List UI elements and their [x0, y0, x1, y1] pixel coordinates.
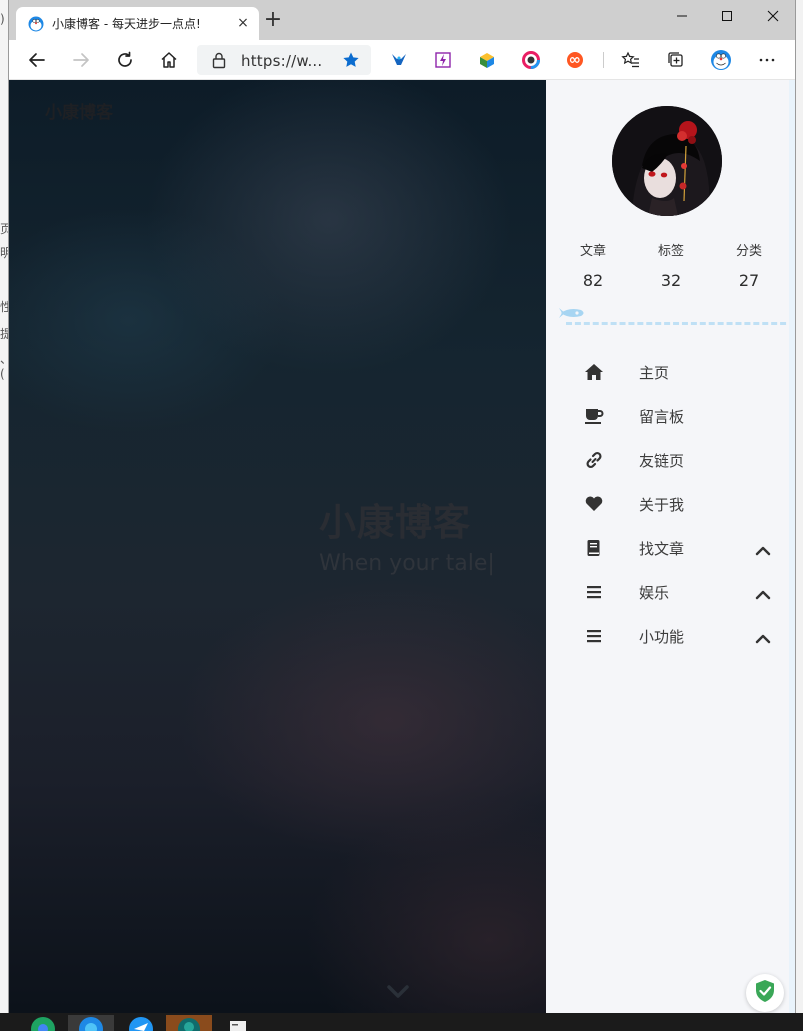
favorite-star-icon[interactable]	[339, 48, 363, 72]
sidebar-item-guestbook[interactable]: 留言板	[546, 394, 795, 438]
dashed-divider	[566, 322, 795, 325]
favorites-icon[interactable]	[619, 48, 643, 72]
sidebar-item-friend-links[interactable]: 友链页	[546, 438, 795, 482]
sidebar-item-entertainment[interactable]: 娱乐	[546, 570, 795, 614]
back-arrow-icon[interactable]	[25, 48, 49, 72]
taskbar-chrome-icon[interactable]	[20, 1015, 66, 1031]
taskbar-send-icon[interactable]	[118, 1015, 164, 1031]
sidebar-item-label: 主页	[639, 363, 670, 382]
title-bar: 小康博客 - 每天进步一点点! × +	[9, 0, 795, 40]
blog-stats: 文章 82 标签 32 分类 27	[561, 240, 781, 290]
list-icon	[584, 583, 604, 601]
minimize-button[interactable]	[659, 4, 705, 28]
toolbar-separator	[603, 52, 604, 68]
collections-icon[interactable]	[664, 48, 688, 72]
sidebar-item-home[interactable]: 主页	[546, 350, 795, 394]
tab-active[interactable]: 小康博客 - 每天进步一点点! ×	[16, 7, 259, 40]
sidebar-item-label: 小功能	[639, 627, 685, 646]
lock-icon[interactable]	[207, 48, 231, 72]
home-icon	[584, 363, 604, 381]
stat-label: 分类	[735, 244, 762, 259]
coffee-icon	[584, 407, 604, 425]
taskbar-edge-icon[interactable]	[68, 1015, 114, 1031]
extension-color-circle-icon[interactable]	[519, 48, 543, 72]
chevron-up-icon[interactable]	[755, 586, 771, 600]
stat-value: 27	[738, 271, 760, 290]
taskbar	[0, 1013, 803, 1031]
sidebar-item-label: 找文章	[639, 539, 685, 558]
sidebar: 文章 82 标签 32 分类 27 主页 留言板 友链页 关于我 找文章 娱乐 …	[546, 80, 795, 1013]
close-window-button[interactable]	[750, 4, 796, 28]
extension-cube-icon[interactable]	[475, 48, 499, 72]
security-shield-button[interactable]	[746, 974, 784, 1012]
book-icon	[584, 539, 604, 557]
browser-toolbar: https://w...	[9, 40, 795, 80]
chevron-up-icon[interactable]	[755, 630, 771, 644]
scrollbar-track[interactable]	[789, 80, 795, 1013]
background-window: ) 页 明 性 提 、(	[0, 0, 12, 1013]
heart-icon	[584, 495, 604, 513]
hero-subtitle: When your tale|	[319, 551, 495, 576]
list-icon	[584, 627, 604, 645]
web-page: 小康博客 小康博客 When your tale| 文章 82 标签 32 分类…	[9, 80, 795, 1013]
sidebar-item-tools[interactable]: 小功能	[546, 614, 795, 658]
tab-title: 小康博客 - 每天进步一点点!	[52, 17, 201, 31]
screen: ) 页 明 性 提 、( 小康博客 - 每天进步一点点! × + https:/…	[0, 0, 803, 1031]
stat-label: 标签	[657, 244, 684, 259]
browser-window: 小康博客 - 每天进步一点点! × + https://w... 小康博客 小康…	[8, 0, 796, 1013]
sidebar-item-find-articles[interactable]: 找文章	[546, 526, 795, 570]
chevron-up-icon[interactable]	[755, 542, 771, 556]
stat-value: 82	[582, 271, 604, 290]
stat-value: 32	[660, 271, 682, 290]
home-icon[interactable]	[157, 48, 181, 72]
background-window-text: )	[0, 12, 5, 26]
taskbar-app-icon[interactable]	[166, 1015, 212, 1031]
address-text: https://w...	[241, 52, 323, 70]
hero-banner: 小康博客 小康博客 When your tale|	[9, 80, 546, 1013]
sidebar-item-label: 友链页	[639, 451, 685, 470]
stat-label: 文章	[579, 244, 606, 259]
sidebar-item-label: 留言板	[639, 407, 685, 426]
sidebar-item-label: 娱乐	[639, 583, 670, 602]
new-tab-button[interactable]: +	[261, 9, 285, 33]
maximize-button[interactable]	[704, 4, 750, 28]
taskbar-notepad-icon[interactable]	[216, 1015, 262, 1031]
extension-infinity-icon[interactable]	[563, 48, 587, 72]
link-icon	[584, 451, 604, 469]
author-avatar[interactable]	[612, 106, 722, 216]
extension-lightning-icon[interactable]	[431, 48, 455, 72]
hero-title: 小康博客	[319, 501, 471, 544]
shield-check-icon	[754, 979, 776, 1007]
sidebar-menu: 主页 留言板 友链页 关于我 找文章 娱乐 小功能	[546, 350, 795, 658]
stat-articles[interactable]: 文章 82	[561, 240, 625, 290]
doraemon-favicon-icon	[28, 16, 44, 32]
tab-close-icon[interactable]: ×	[235, 15, 251, 31]
stat-tags[interactable]: 标签 32	[639, 240, 703, 290]
forward-arrow-icon[interactable]	[69, 48, 93, 72]
scroll-down-icon[interactable]	[387, 984, 409, 1000]
profile-avatar-icon[interactable]	[709, 48, 733, 72]
sidebar-item-label: 关于我	[639, 495, 685, 514]
rocket-icon	[559, 305, 587, 321]
refresh-icon[interactable]	[113, 48, 137, 72]
more-menu-icon[interactable]	[755, 48, 779, 72]
site-brand-link[interactable]: 小康博客	[45, 98, 113, 123]
stat-categories[interactable]: 分类 27	[717, 240, 781, 290]
extension-y-icon[interactable]	[387, 48, 411, 72]
address-bar[interactable]: https://w...	[197, 45, 371, 75]
sidebar-item-about[interactable]: 关于我	[546, 482, 795, 526]
